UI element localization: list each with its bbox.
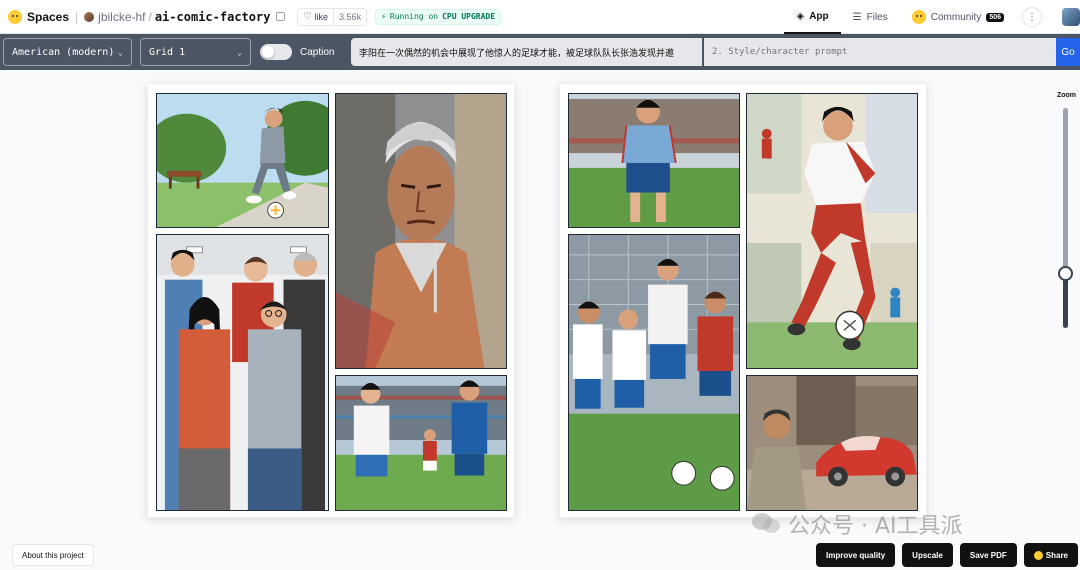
user-avatar[interactable]	[1062, 8, 1080, 26]
space-nav: ◈ App ☰ Files Community 506 ⋮	[784, 0, 1080, 34]
caption-toggle[interactable]	[260, 44, 292, 60]
go-button[interactable]: Go	[1056, 38, 1080, 66]
tab-files[interactable]: ☰ Files	[841, 0, 900, 34]
spaces-label: Spaces	[27, 9, 70, 24]
tab-files-label: Files	[866, 11, 888, 23]
comic-panel	[156, 93, 329, 228]
bolt-icon: ⚡	[381, 12, 386, 21]
comic-panel	[568, 234, 740, 511]
tab-community[interactable]: Community 506	[900, 0, 1016, 34]
tab-app-label: App	[809, 10, 829, 22]
style-prompt-input[interactable]	[704, 38, 1056, 66]
status-prefix: Running on	[389, 12, 439, 21]
comic-panel	[746, 375, 918, 511]
owner-link[interactable]: jbilcke-hf	[84, 9, 146, 24]
more-options-icon[interactable]: ⋮	[1022, 7, 1042, 27]
zoom-slider[interactable]	[1058, 108, 1073, 328]
status-hardware: CPU UPGRADE	[442, 12, 496, 21]
heart-icon: ♡	[303, 11, 312, 21]
top-header: Spaces | jbilcke-hf / ai-comic-factory ♡…	[0, 0, 1080, 34]
community-icon	[911, 10, 926, 24]
comic-panel	[156, 234, 329, 511]
tab-community-label: Community	[930, 11, 982, 23]
path-separator: /	[148, 9, 152, 24]
watermark-text: 公众号 · AI工具派	[788, 514, 963, 539]
share-button[interactable]: Share	[1023, 543, 1078, 567]
like-button[interactable]: ♡ like 3.56k	[297, 7, 368, 26]
wechat-icon	[752, 513, 782, 535]
hugging-face-icon	[1033, 550, 1043, 560]
spaces-logo[interactable]: Spaces	[8, 9, 70, 24]
comic-panel	[335, 375, 507, 511]
comic-page-1	[147, 83, 515, 518]
about-project-button[interactable]: About this project	[12, 544, 94, 566]
community-count-badge: 506	[986, 12, 1004, 22]
app-icon: ◈	[796, 10, 805, 22]
layout-select-value: Grid 1	[149, 46, 186, 58]
owner-avatar	[84, 11, 95, 22]
chevron-down-icon: ⌄	[118, 47, 123, 57]
comic-panel	[335, 93, 507, 369]
comic-controls-bar: American (modern) ⌄ Grid 1 ⌄ Caption 李阳在…	[0, 34, 1080, 70]
comic-panel	[746, 93, 918, 369]
copy-icon[interactable]	[276, 12, 286, 21]
share-label: Share	[1045, 550, 1068, 560]
style-select[interactable]: American (modern) ⌄	[3, 38, 132, 66]
caption-label: Caption	[300, 46, 335, 58]
owner-name: jbilcke-hf	[98, 9, 146, 24]
like-label: like	[314, 11, 329, 22]
comic-page-2	[559, 83, 927, 518]
story-prompt-input[interactable]: 李阳在一次偶然的机会中展现了他惊人的足球才能，被足球队队长张浩发现并邀	[351, 38, 702, 66]
repo-name[interactable]: ai-comic-factory	[155, 10, 271, 24]
chevron-down-icon: ⌄	[237, 47, 242, 57]
header-divider: |	[75, 9, 79, 24]
upscale-button[interactable]: Upscale	[902, 543, 953, 567]
hugging-face-icon	[8, 9, 22, 24]
like-count: 3.56k	[339, 11, 362, 22]
runtime-status-badge[interactable]: ⚡ Running on CPU UPGRADE	[375, 8, 502, 25]
zoom-slider-fill	[1063, 273, 1068, 328]
comic-action-buttons: Improve quality Upscale Save PDF Share	[816, 543, 1078, 567]
zoom-label: Zoom	[1056, 92, 1076, 99]
files-icon: ☰	[852, 11, 862, 23]
comic-panel	[568, 93, 740, 228]
layout-select[interactable]: Grid 1 ⌄	[140, 38, 251, 66]
wechat-watermark: 公众号 · AI工具派	[752, 508, 963, 540]
improve-quality-button[interactable]: Improve quality	[816, 543, 896, 567]
tab-app[interactable]: ◈ App	[784, 0, 841, 34]
zoom-slider-thumb[interactable]	[1058, 266, 1073, 281]
style-select-value: American (modern)	[12, 46, 115, 58]
save-pdf-button[interactable]: Save PDF	[959, 543, 1017, 567]
